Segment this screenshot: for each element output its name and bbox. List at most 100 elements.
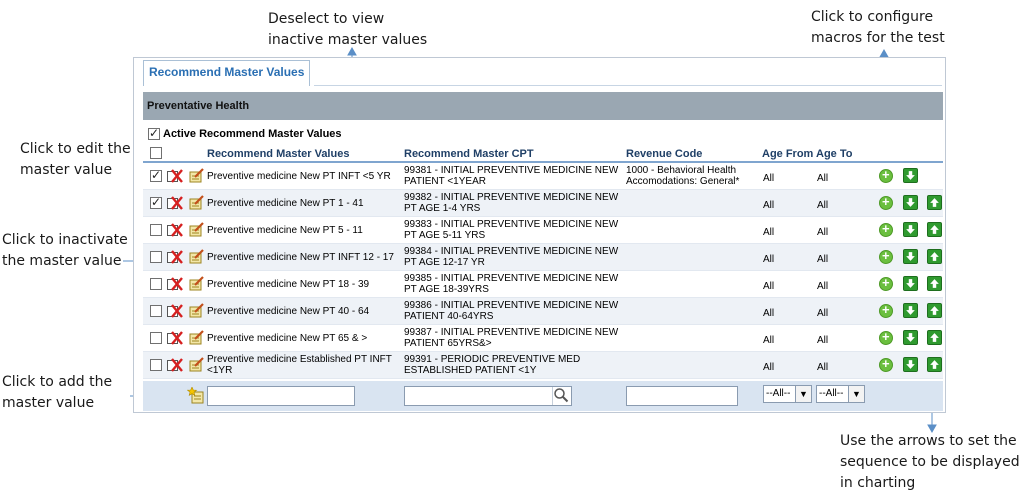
age-to: All <box>817 227 829 238</box>
master-cpt: 99387 - INITIAL PREVENTIVE MEDICINE NEW P… <box>404 327 624 349</box>
move-down-arrow-icon[interactable] <box>903 222 918 237</box>
age-from: All <box>763 335 775 346</box>
move-up-arrow-icon[interactable] <box>927 249 942 264</box>
new-revenue-input[interactable] <box>626 386 738 406</box>
age-from-select[interactable]: --All-- ▼ <box>763 385 812 403</box>
row-checkbox[interactable] <box>150 332 162 344</box>
callout-configure: Click to configure macros for the test <box>811 7 945 49</box>
callout-line: the master value <box>2 253 122 269</box>
table-row: Preventive medicine New PT INFT <5 YR 993… <box>143 163 943 190</box>
age-to: All <box>817 335 829 346</box>
cpt-line: 99387 - INITIAL PREVENTIVE MEDICINE NEW <box>404 327 619 338</box>
column-header-revenue[interactable]: Revenue Code <box>626 148 702 160</box>
configure-macros-icon[interactable] <box>879 356 893 372</box>
table-row: Preventive medicine New PT 65 & > 99387 -… <box>143 325 943 352</box>
configure-macros-icon[interactable] <box>879 194 893 210</box>
inactivate-icon[interactable] <box>167 250 183 264</box>
inactivate-icon[interactable] <box>167 169 183 183</box>
move-down-arrow-icon[interactable] <box>903 330 918 345</box>
edit-icon[interactable] <box>189 222 204 237</box>
master-cpt: 99381 - INITIAL PREVENTIVE MEDICINE NEW P… <box>404 165 624 187</box>
column-header-values[interactable]: Recommend Master Values <box>207 148 349 160</box>
age-to-select[interactable]: --All-- ▼ <box>816 385 865 403</box>
column-header-age-from[interactable]: Age From <box>762 148 813 160</box>
cpt-search-button[interactable] <box>552 387 570 405</box>
callout-add: Click to add the master value <box>2 372 112 414</box>
column-header-age-to[interactable]: Age To <box>816 148 852 160</box>
move-up-arrow-icon[interactable] <box>927 330 942 345</box>
move-down-arrow-icon[interactable] <box>903 195 918 210</box>
inactivate-icon[interactable] <box>167 331 183 345</box>
callout-line: master value <box>20 162 113 178</box>
configure-macros-icon[interactable] <box>879 221 893 237</box>
inactivate-icon[interactable] <box>167 277 183 291</box>
move-down-arrow-icon[interactable] <box>903 276 918 291</box>
row-checkbox[interactable] <box>150 359 162 371</box>
configure-macros-icon[interactable] <box>879 302 893 318</box>
edit-icon[interactable] <box>189 357 204 372</box>
master-value-line: Preventive medicine New PT 1 - 41 <box>207 198 364 209</box>
edit-icon[interactable] <box>189 303 204 318</box>
move-up-arrow-icon[interactable] <box>927 303 942 318</box>
inactivate-icon[interactable] <box>167 223 183 237</box>
age-to: All <box>817 200 829 211</box>
add-value-icon[interactable] <box>187 387 205 405</box>
edit-icon[interactable] <box>189 330 204 345</box>
tab-recommend-master-values[interactable]: Recommend Master Values <box>143 60 311 86</box>
move-down-arrow-icon[interactable] <box>903 168 918 183</box>
edit-icon[interactable] <box>189 195 204 210</box>
move-up-arrow-icon[interactable] <box>927 195 942 210</box>
active-values-checkbox[interactable] <box>148 126 160 140</box>
move-down-arrow-icon[interactable] <box>903 357 918 372</box>
column-header-cpt[interactable]: Recommend Master CPT <box>404 148 534 160</box>
row-checkbox[interactable] <box>150 305 162 317</box>
configure-macros-icon[interactable] <box>879 329 893 345</box>
age-from: All <box>763 281 775 292</box>
master-cpt: 99385 - INITIAL PREVENTIVE MEDICINE NEW P… <box>404 273 624 295</box>
tab-divider <box>314 85 942 86</box>
chevron-down-icon: ▼ <box>848 386 864 402</box>
callout-line: macros for the test <box>811 30 945 46</box>
master-value: Preventive medicine New PT 40 - 64 <box>207 306 397 317</box>
master-cpt: 99384 - INITIAL PREVENTIVE MEDICINE NEW P… <box>404 246 624 268</box>
select-all-checkbox[interactable] <box>150 147 162 159</box>
edit-icon[interactable] <box>189 249 204 264</box>
new-value-input[interactable] <box>207 386 355 406</box>
inactivate-icon[interactable] <box>167 196 183 210</box>
age-from-selected: --All-- <box>766 388 791 399</box>
configure-macros-icon[interactable] <box>879 167 893 183</box>
master-value-line: <1YR <box>207 365 233 376</box>
edit-icon[interactable] <box>189 168 204 183</box>
callout-edit: Click to edit the master value <box>20 139 131 181</box>
master-value: Preventive medicine New PT 65 & > <box>207 333 397 344</box>
new-cpt-input[interactable] <box>404 386 572 406</box>
row-checkbox[interactable] <box>150 168 162 182</box>
configure-macros-icon[interactable] <box>879 248 893 264</box>
cpt-line: ESTABLISHED PATIENT <1Y <box>404 365 537 376</box>
age-from: All <box>763 173 775 184</box>
row-checkbox[interactable] <box>150 195 162 209</box>
move-down-arrow-icon[interactable] <box>903 249 918 264</box>
age-from: All <box>763 254 775 265</box>
move-up-arrow-icon[interactable] <box>927 276 942 291</box>
move-up-arrow-icon[interactable] <box>927 222 942 237</box>
master-value: Preventive medicine New PT INFT 12 - 17 <box>207 252 397 263</box>
move-down-arrow-icon[interactable] <box>903 303 918 318</box>
row-checkbox[interactable] <box>150 278 162 290</box>
age-to: All <box>817 362 829 373</box>
cpt-line: 99383 - INITIAL PREVENTIVE MEDICINE NEW <box>404 219 619 230</box>
row-checkbox[interactable] <box>150 224 162 236</box>
inactivate-icon[interactable] <box>167 358 183 372</box>
master-value: Preventive medicine Established PT INFT <… <box>207 354 397 376</box>
revenue-code: 1000 - Behavioral Health Accomodations: G… <box>626 165 756 187</box>
age-to: All <box>817 254 829 265</box>
active-filter: Active Recommend Master Values <box>148 126 342 140</box>
age-from: All <box>763 308 775 319</box>
configure-macros-icon[interactable] <box>879 275 893 291</box>
edit-icon[interactable] <box>189 276 204 291</box>
cpt-line: 99381 - INITIAL PREVENTIVE MEDICINE NEW <box>404 165 619 176</box>
cpt-line: 99391 - PERIODIC PREVENTIVE MED <box>404 354 581 365</box>
inactivate-icon[interactable] <box>167 304 183 318</box>
move-up-arrow-icon[interactable] <box>927 357 942 372</box>
row-checkbox[interactable] <box>150 251 162 263</box>
